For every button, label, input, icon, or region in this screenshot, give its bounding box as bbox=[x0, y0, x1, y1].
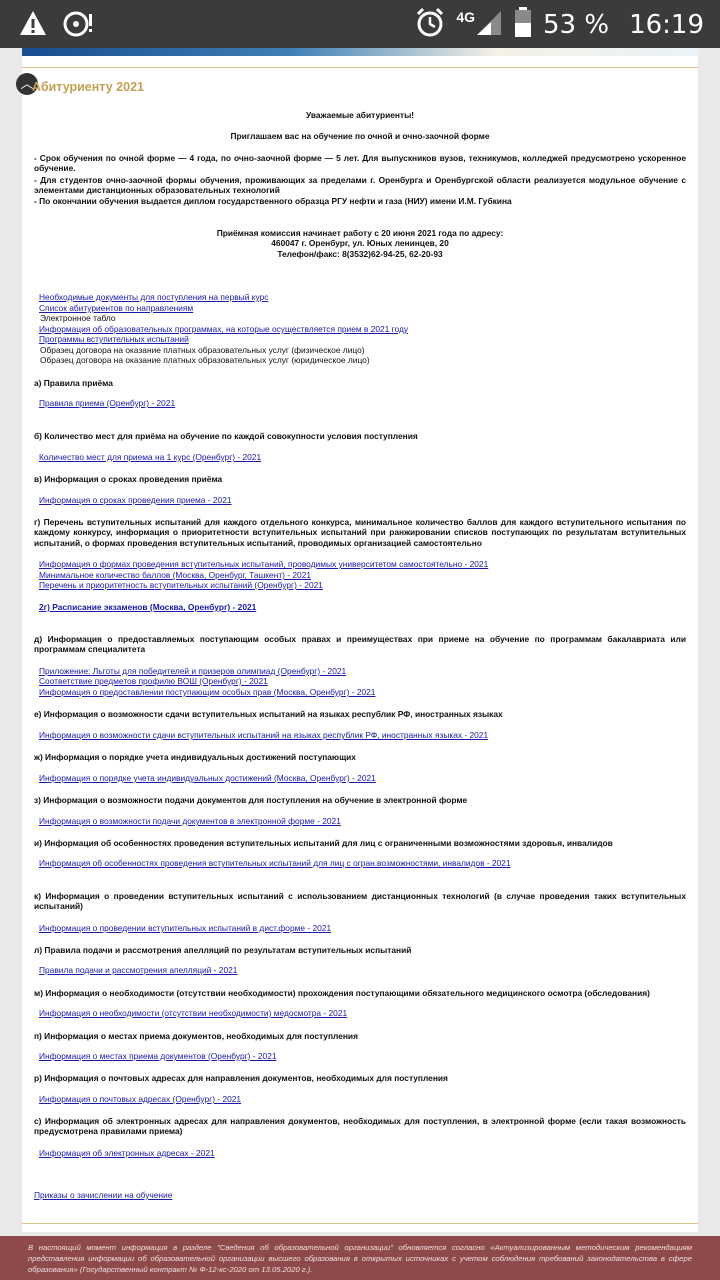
section-l-link[interactable]: Правила подачи и рассмотрения апелляций … bbox=[39, 965, 691, 975]
section-a-link[interactable]: Правила приема (Оренбург) - 2021 bbox=[39, 398, 691, 408]
section-v-heading: в) Информация о сроках проведения приёма bbox=[34, 474, 223, 484]
section-e-link[interactable]: Информация о возможности сдачи вступител… bbox=[39, 730, 691, 740]
contract-sample-individual: Образец договора на оказание платных обр… bbox=[40, 345, 365, 355]
section-d-link-3[interactable]: Информация о предоставлении поступающим … bbox=[39, 687, 691, 697]
network-type: 4G bbox=[456, 8, 475, 25]
section-g-link-2[interactable]: Минимальное количество баллов (Москва, О… bbox=[39, 570, 691, 580]
section-s-link[interactable]: Информация об электронных адресах - 2021 bbox=[39, 1148, 691, 1158]
bullet-2: - Для студентов очно-заочной формы обуче… bbox=[34, 175, 686, 196]
link-applicant-list[interactable]: Список абитуриентов по направлениям bbox=[39, 303, 691, 313]
section-z-heading: з) Информация о возможности подачи докум… bbox=[34, 795, 468, 805]
footer-notice: В настоящий момент информация в разделе … bbox=[0, 1236, 720, 1280]
address-line-3: Телефон/факс: 8(3532)62-94-25, 62-20-93 bbox=[277, 249, 443, 259]
signal-icon bbox=[475, 7, 503, 42]
address-line-2: 460047 г. Оренбург, ул. Юных ленинцев, 2… bbox=[271, 238, 449, 248]
alarm-icon bbox=[414, 6, 446, 43]
site-banner bbox=[22, 48, 698, 56]
link-exam-programs[interactable]: Программы вступительных испытаний bbox=[39, 334, 691, 344]
section-a-heading: а) Правила приёма bbox=[34, 378, 113, 388]
orders-link[interactable]: Приказы о зачислении на обучение bbox=[34, 1190, 686, 1200]
link-educational-programs[interactable]: Информация об образовательных программах… bbox=[39, 324, 691, 334]
section-r-link[interactable]: Информация о почтовых адресах (Оренбург)… bbox=[39, 1094, 691, 1104]
section-p-link[interactable]: Информация о местах приема документов (О… bbox=[39, 1051, 691, 1061]
section-z-link[interactable]: Информация о возможности подачи документ… bbox=[39, 816, 691, 826]
section-v-link[interactable]: Информация о сроках проведения приема - … bbox=[39, 495, 691, 505]
section-m-link[interactable]: Информация о необходимости (отсутствии н… bbox=[39, 1008, 691, 1018]
section-k-link[interactable]: Информация о проведении вступительных ис… bbox=[39, 923, 691, 933]
section-b-link[interactable]: Количество мест для приема на 1 курс (Ор… bbox=[39, 452, 691, 462]
warning-icon bbox=[18, 8, 48, 43]
invite: Приглашаем вас на обучение по очной и оч… bbox=[230, 131, 490, 141]
bottom-divider bbox=[22, 1223, 698, 1224]
page-content: ︿ Абитуриенту 2021 Уважаемые абитуриенты… bbox=[16, 56, 698, 1232]
greeting: Уважаемые абитуриенты! bbox=[305, 110, 415, 120]
section-e-heading: е) Информация о возможности сдачи вступи… bbox=[34, 709, 503, 719]
contract-sample-legal: Образец договора на оказание платных обр… bbox=[40, 355, 370, 365]
section-r-heading: р) Информация о почтовых адресах для нап… bbox=[34, 1073, 448, 1083]
section-zh-heading: ж) Информация о порядке учета индивидуал… bbox=[34, 752, 356, 762]
battery-icon bbox=[513, 6, 533, 43]
electronic-board-text: Электронное табло bbox=[40, 313, 116, 323]
section-s-heading: с) Информация об электронных адресах для… bbox=[34, 1116, 686, 1137]
hotspot-icon bbox=[62, 8, 96, 43]
divider bbox=[22, 67, 698, 68]
section-g-link-1[interactable]: Информация о формах проведения вступител… bbox=[39, 559, 691, 569]
section-l-heading: л) Правила подачи и рассмотрения апелляц… bbox=[34, 945, 412, 955]
section-d-link-1[interactable]: Приложение: Льготы для победителей и при… bbox=[39, 666, 691, 676]
section-g-heading: г) Перечень вступительных испытаний для … bbox=[34, 517, 686, 548]
clock: 16:19 bbox=[629, 9, 704, 40]
section-d-link-2[interactable]: Соответствие предметов профилю ВОШ (Орен… bbox=[39, 676, 691, 686]
section-b-heading: б) Количество мест для приёма на обучени… bbox=[34, 431, 418, 441]
section-g-link-3[interactable]: Перечень и приоритетность вступительных … bbox=[39, 580, 691, 590]
address-line-1: Приёмная комиссия начинает работу с 20 и… bbox=[216, 228, 504, 238]
bullet-1: - Срок обучения по очной форме — 4 года,… bbox=[34, 153, 686, 174]
section-m-heading: м) Информация о необходимости (отсутстви… bbox=[34, 988, 650, 998]
section-i-link[interactable]: Информация об особенностях проведения вс… bbox=[39, 858, 691, 868]
page-title: Абитуриенту 2021 bbox=[32, 80, 144, 94]
section-i-heading: и) Информация об особенностях проведения… bbox=[34, 838, 613, 848]
section-d-heading: д) Информация о предоставляемых поступаю… bbox=[34, 634, 686, 655]
section-k-heading: к) Информация о проведении вступительных… bbox=[34, 891, 686, 912]
status-bar: 4G 53 % 16:19 bbox=[0, 0, 720, 48]
link-required-documents[interactable]: Необходимые документы для поступления на… bbox=[39, 292, 691, 302]
bullet-3: - По окончании обучения выдается диплом … bbox=[34, 196, 512, 206]
section-g-schedule-link[interactable]: 2г) Расписание экзаменов (Москва, Оренбу… bbox=[39, 602, 691, 612]
section-zh-link[interactable]: Информация о порядке учета индивидуальны… bbox=[39, 773, 691, 783]
section-p-heading: п) Информация о местах приема документов… bbox=[34, 1031, 358, 1041]
battery-percent: 53 % bbox=[543, 9, 610, 40]
